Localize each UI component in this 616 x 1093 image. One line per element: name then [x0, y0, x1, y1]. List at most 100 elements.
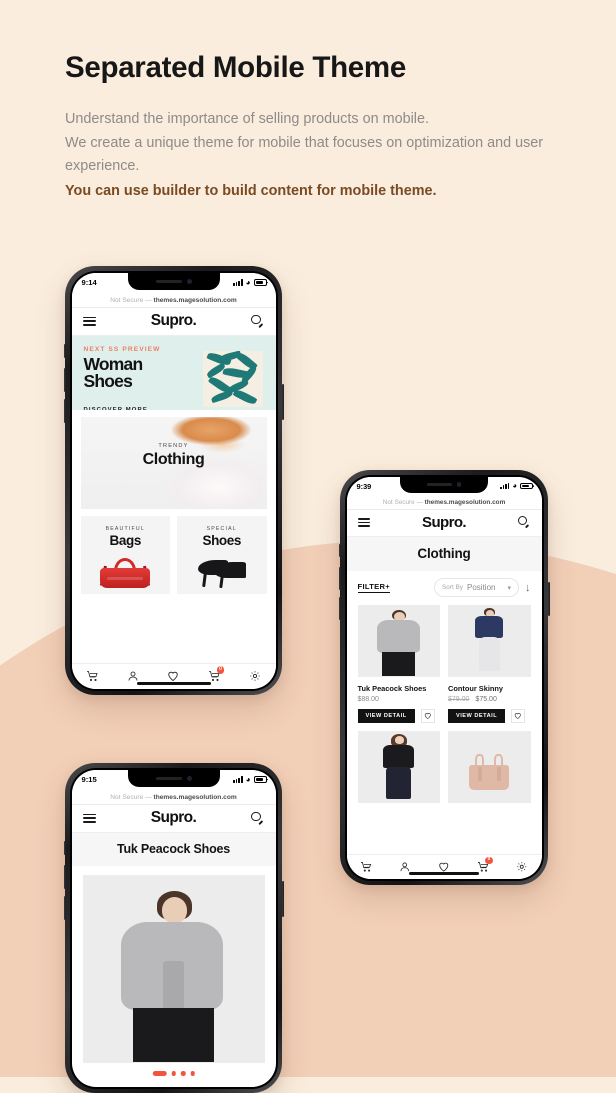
hero-cta-link[interactable]: DISCOVER MORE [84, 407, 148, 410]
shopping-cart-icon[interactable] [83, 667, 101, 685]
volume-up-button[interactable] [63, 865, 66, 889]
url-prefix: Not Secure — [110, 793, 154, 801]
power-button[interactable] [547, 582, 550, 616]
search-icon[interactable] [518, 516, 531, 529]
gallery-pagination-dots[interactable] [152, 1071, 195, 1076]
device-notch [127, 769, 220, 787]
view-detail-button[interactable]: VIEW DETAIL [357, 708, 415, 723]
wifi-icon: ◕ [512, 481, 517, 491]
black-jacket-dress-model-image[interactable] [357, 730, 440, 803]
category-tile-row: BEAUTIFUL Bags SPECIAL Shoes [80, 515, 267, 594]
url-domain: themes.magesolution.com [424, 498, 506, 506]
cart-badge-count: 0 [485, 857, 493, 865]
brand-logo[interactable]: Supro. [151, 312, 197, 330]
black-strappy-heels-image [194, 556, 250, 588]
hamburger-menu-icon[interactable] [82, 316, 96, 326]
bottom-navigation: 0 [71, 662, 276, 689]
browser-url-bar[interactable]: Not Secure — themes.magesolution.com [71, 789, 276, 805]
sort-by-label: Sort By [442, 584, 464, 591]
url-prefix: Not Secure — [382, 498, 425, 506]
intro-paragraphs: Understand the importance of selling pro… [65, 108, 565, 203]
grey-sweater-model-image[interactable] [357, 604, 440, 677]
hamburger-menu-icon[interactable] [357, 518, 370, 527]
wifi-icon: ◕ [245, 277, 251, 287]
product-grid-row-1: Tuk Peacock Shoes $88.00 VIEW DETAIL Con… [346, 604, 542, 723]
power-button[interactable] [281, 384, 284, 420]
product-card[interactable] [448, 730, 531, 803]
search-icon[interactable] [251, 314, 264, 328]
battery-icon [520, 482, 533, 490]
search-icon[interactable] [251, 811, 264, 825]
category-name: Bags [109, 532, 142, 548]
product-card[interactable] [357, 730, 440, 803]
gallery-dot-active[interactable] [152, 1071, 167, 1076]
shopping-cart-icon[interactable] [358, 858, 375, 875]
device-notch [127, 272, 220, 290]
product-card[interactable]: Tuk Peacock Shoes $88.00 VIEW DETAIL [357, 604, 440, 723]
battery-icon [253, 776, 267, 783]
phone-mockup-product-detail: 9:15 ◕ Not Secure — themes.magesolution.… [63, 763, 284, 1093]
product-name: Contour Skinny [448, 683, 504, 693]
chevron-down-icon[interactable]: ▾ [507, 584, 511, 592]
tropical-leaf-pillow-image [202, 350, 263, 407]
category-tile-clothing[interactable]: TRENDY Clothing [80, 416, 267, 509]
category-name: Shoes [202, 532, 241, 548]
silent-switch[interactable] [63, 841, 66, 855]
gallery-dot[interactable] [190, 1071, 195, 1076]
intro-section: Separated Mobile Theme Understand the im… [65, 51, 565, 204]
sort-by-value: Position [467, 583, 496, 592]
intro-line-1: Understand the importance of selling pro… [65, 111, 429, 128]
product-page-title: Tuk Peacock Shoes [71, 832, 276, 866]
product-grid-row-2 [346, 722, 542, 803]
category-page-title: Clothing [346, 536, 542, 571]
navy-top-white-jeans-model-image[interactable] [448, 604, 531, 677]
volume-down-button[interactable] [63, 399, 66, 423]
app-header: Supro. [71, 804, 276, 833]
hamburger-menu-icon[interactable] [82, 813, 96, 823]
product-price: $88.00 [357, 695, 379, 703]
heart-outline-icon[interactable] [511, 708, 526, 723]
gallery-dot[interactable] [171, 1071, 176, 1076]
earpiece-speaker [155, 279, 182, 283]
volume-up-button[interactable] [63, 368, 66, 392]
hero-banner[interactable]: NEXT SS PREVIEW Woman Shoes DISCOVER MOR… [71, 335, 276, 410]
cart-badge-count: 0 [216, 666, 225, 674]
device-notch [400, 476, 488, 493]
power-button[interactable] [281, 881, 284, 917]
cellular-signal-icon [500, 483, 510, 489]
browser-url-bar[interactable]: Not Secure — themes.magesolution.com [71, 292, 276, 308]
category-tile-bags[interactable]: BEAUTIFUL Bags [80, 515, 170, 594]
battery-icon [253, 279, 267, 286]
heart-outline-icon[interactable] [420, 708, 435, 723]
product-card[interactable]: Contour Skinny $79.00 $75.00 VIEW DETAIL [448, 604, 531, 723]
view-detail-button[interactable]: VIEW DETAIL [448, 708, 506, 723]
volume-down-button[interactable] [338, 597, 341, 620]
sort-descending-arrow-icon[interactable]: ↓ [525, 582, 531, 594]
product-name: Tuk Peacock Shoes [357, 683, 427, 693]
category-name: Clothing [142, 450, 205, 468]
status-time: 9:39 [356, 481, 372, 491]
page-title: Separated Mobile Theme [65, 51, 406, 84]
gallery-dot[interactable] [180, 1071, 186, 1076]
front-camera [186, 278, 192, 284]
front-camera [186, 775, 192, 781]
volume-up-button[interactable] [338, 567, 341, 590]
brand-logo[interactable]: Supro. [151, 809, 197, 827]
brand-logo[interactable]: Supro. [422, 514, 467, 531]
volume-down-button[interactable] [63, 896, 66, 920]
category-tile-shoes[interactable]: SPECIAL Shoes [177, 515, 267, 594]
earpiece-speaker [426, 483, 452, 486]
sort-by-dropdown[interactable]: Sort By Position ▾ [434, 578, 519, 597]
settings-gear-icon[interactable] [246, 667, 264, 685]
hero-line-2: Shoes [83, 371, 133, 391]
browser-url-bar[interactable]: Not Secure — themes.magesolution.com [346, 495, 542, 510]
product-old-price: $79.00 [448, 695, 470, 703]
filter-button[interactable]: FILTER+ [357, 582, 391, 594]
silent-switch[interactable] [338, 544, 341, 557]
silent-switch[interactable] [63, 344, 66, 358]
cellular-signal-icon [233, 279, 243, 286]
hero-kicker: NEXT SS PREVIEW [83, 345, 161, 353]
grey-sweater-model-large-image[interactable] [82, 874, 265, 1063]
blush-tote-handbag-image[interactable] [448, 730, 531, 803]
settings-gear-icon[interactable] [514, 858, 531, 875]
